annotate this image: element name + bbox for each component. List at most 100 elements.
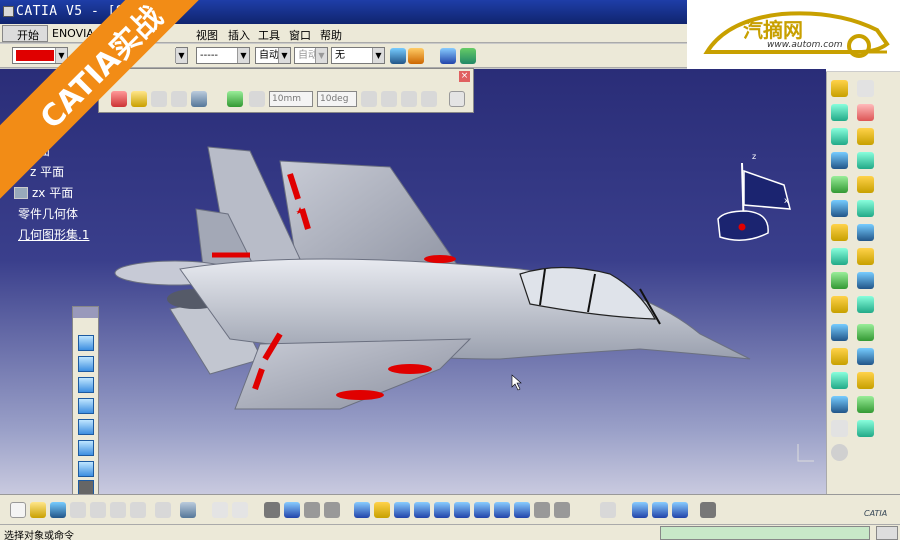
tool-icon[interactable]: [857, 80, 874, 97]
zoom-out-icon[interactable]: [454, 502, 470, 518]
tool-icon[interactable]: [151, 91, 167, 107]
tool-icon[interactable]: [857, 348, 874, 365]
linetype-dropdown[interactable]: ----- ▼: [196, 47, 250, 64]
cube-icon[interactable]: [78, 461, 94, 477]
pan-icon[interactable]: [394, 502, 410, 518]
fit-all-icon[interactable]: [374, 502, 390, 518]
tool-icon[interactable]: [449, 91, 465, 107]
spin-field-1[interactable]: 10mm: [269, 91, 313, 107]
tool-icon[interactable]: [857, 396, 874, 413]
plane-icon[interactable]: [831, 128, 848, 145]
tool-icon[interactable]: [401, 91, 417, 107]
filter-icon[interactable]: [227, 91, 243, 107]
thickness-dropdown[interactable]: 自动 ▼: [255, 47, 291, 64]
tool-icon[interactable]: [857, 272, 874, 289]
paste-icon[interactable]: [130, 502, 146, 518]
tool-icon[interactable]: [361, 91, 377, 107]
tool-icon[interactable]: [857, 128, 874, 145]
image-icon[interactable]: [78, 480, 94, 494]
normal-view-icon[interactable]: [474, 502, 490, 518]
color-dropdown[interactable]: ▼: [12, 47, 68, 64]
surface-icon[interactable]: [831, 152, 848, 169]
toolbar-grip[interactable]: [73, 307, 98, 318]
cut-icon[interactable]: [90, 502, 106, 518]
3d-viewport[interactable]: 面 z 平面 zx 平面 零件几何体 几何图形集.1 z x: [0, 69, 826, 494]
menu-tools[interactable]: 工具: [258, 27, 280, 43]
comment-icon[interactable]: [232, 502, 248, 518]
menu-help[interactable]: 帮助: [320, 27, 342, 43]
tool-icon[interactable]: [304, 502, 320, 518]
tool-icon[interactable]: [600, 502, 616, 518]
tool-icon[interactable]: [171, 91, 187, 107]
tool-icon[interactable]: [831, 396, 848, 413]
extrude-icon[interactable]: [831, 176, 848, 193]
macro-icon[interactable]: [440, 48, 456, 64]
measure-icon[interactable]: [831, 444, 848, 461]
tool-icon[interactable]: [857, 152, 874, 169]
menu-insert[interactable]: 插入: [228, 27, 250, 43]
snap-icon[interactable]: [131, 91, 147, 107]
chevron-down-icon[interactable]: ▼: [237, 48, 249, 63]
cube-icon[interactable]: [78, 440, 94, 456]
cube-icon[interactable]: [78, 356, 94, 372]
tool-icon[interactable]: [857, 296, 874, 313]
chevron-down-icon[interactable]: ▼: [372, 48, 384, 63]
menu-view[interactable]: 视图: [196, 27, 218, 43]
menu-window[interactable]: 窗口: [289, 27, 311, 43]
command-input[interactable]: [660, 526, 870, 540]
cube-icon[interactable]: [78, 398, 94, 414]
print-icon[interactable]: [70, 502, 86, 518]
tool-icon[interactable]: [857, 224, 874, 241]
tool-icon[interactable]: [652, 502, 668, 518]
undo-icon[interactable]: [155, 502, 171, 518]
tool-icon[interactable]: [700, 502, 716, 518]
dropdown-small[interactable]: ▼: [175, 47, 188, 64]
zoom-in-icon[interactable]: [434, 502, 450, 518]
open-icon[interactable]: [30, 502, 46, 518]
sweep-icon[interactable]: [831, 200, 848, 217]
compass-icon[interactable]: z x: [714, 153, 798, 249]
split-icon[interactable]: [831, 296, 848, 313]
spin-field-2[interactable]: 10deg: [317, 91, 357, 107]
app-icon[interactable]: [3, 6, 14, 17]
copy-icon[interactable]: [110, 502, 126, 518]
chevron-down-icon[interactable]: ▼: [175, 48, 187, 63]
tool-icon[interactable]: [857, 324, 874, 341]
workbench-icon[interactable]: [460, 48, 476, 64]
iso-view-icon[interactable]: [494, 502, 510, 518]
help-icon[interactable]: [180, 502, 196, 518]
grid-icon[interactable]: [191, 91, 207, 107]
hide-show-icon[interactable]: [534, 502, 550, 518]
tree-item-5[interactable]: 几何图形集.1: [18, 226, 89, 243]
new-icon[interactable]: [10, 502, 26, 518]
cube-icon[interactable]: [78, 377, 94, 393]
join-icon[interactable]: [831, 272, 848, 289]
fly-icon[interactable]: [354, 502, 370, 518]
extrapolate-icon[interactable]: [831, 348, 848, 365]
shading-icon[interactable]: [514, 502, 530, 518]
fill-icon[interactable]: [831, 224, 848, 241]
point-dropdown[interactable]: 自动 ▼: [294, 47, 328, 64]
cut-icon[interactable]: [111, 91, 127, 107]
tool-icon[interactable]: [324, 502, 340, 518]
tool-icon[interactable]: [381, 91, 397, 107]
brush-icon[interactable]: [390, 48, 406, 64]
tool-icon[interactable]: [672, 502, 688, 518]
rotate-icon[interactable]: [414, 502, 430, 518]
aircraft-model-icon[interactable]: [0, 69, 826, 494]
point-icon[interactable]: [831, 80, 848, 97]
axis-icon[interactable]: [831, 372, 848, 389]
table-icon[interactable]: [264, 502, 280, 518]
tool-icon[interactable]: [632, 502, 648, 518]
tool-icon[interactable]: [857, 248, 874, 265]
chevron-down-icon[interactable]: ▼: [278, 48, 290, 63]
tool-icon[interactable]: [249, 91, 265, 107]
tool-icon[interactable]: [857, 176, 874, 193]
blend-icon[interactable]: [831, 248, 848, 265]
save-icon[interactable]: [50, 502, 66, 518]
menu-start[interactable]: 开始: [2, 25, 48, 42]
transform-icon[interactable]: [831, 324, 848, 341]
tool-icon[interactable]: [857, 372, 874, 389]
line-icon[interactable]: [831, 104, 848, 121]
tree-item-4[interactable]: 零件几何体: [18, 205, 78, 222]
